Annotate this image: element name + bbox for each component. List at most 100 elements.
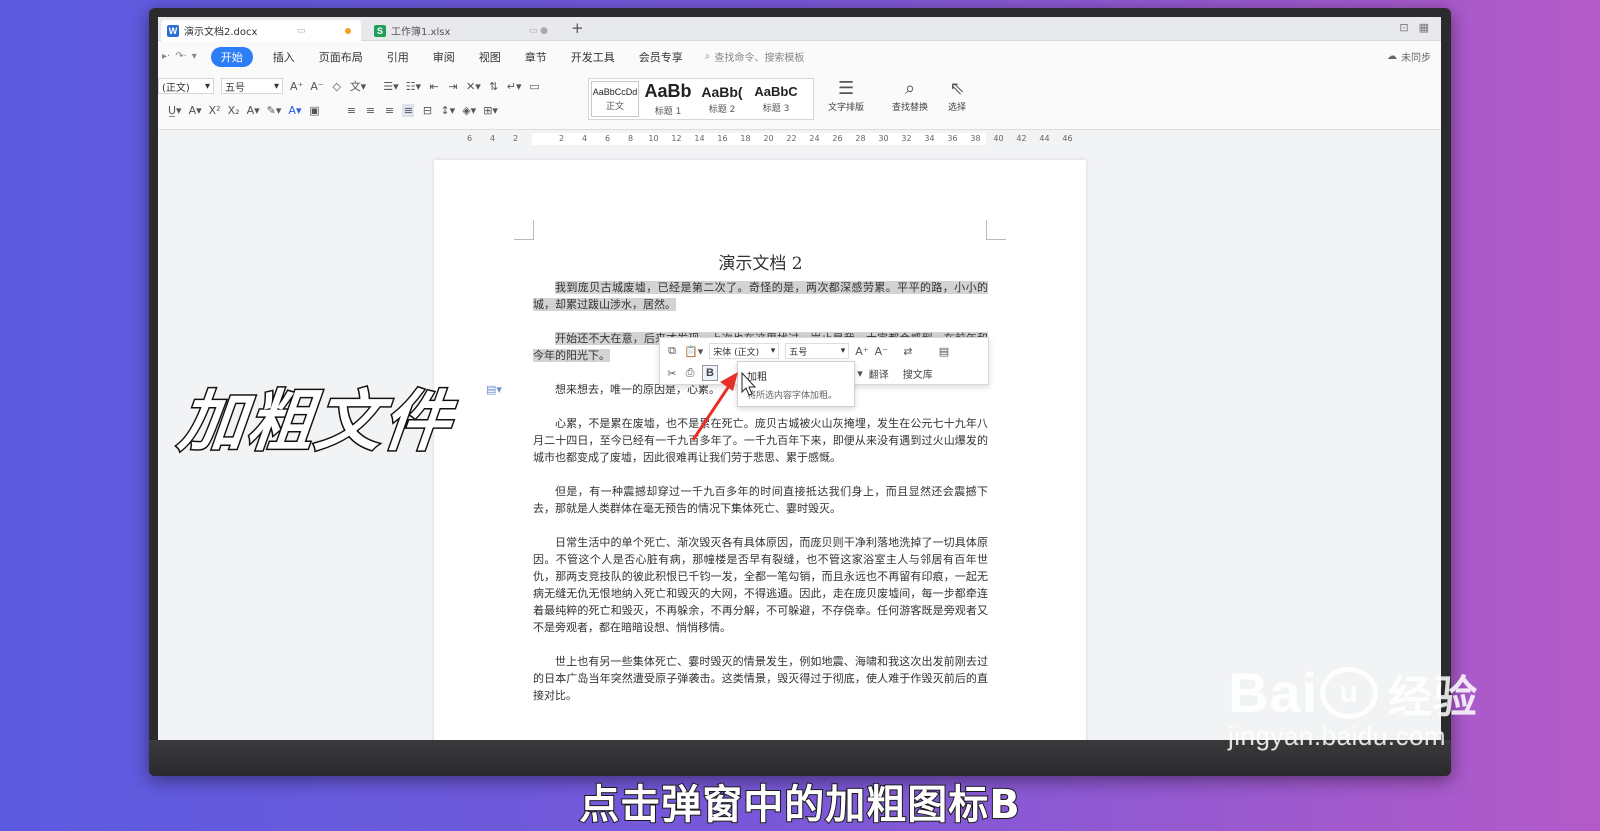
- line-spacing-icon[interactable]: ↕▾: [440, 104, 455, 117]
- style-normal[interactable]: AaBbCcDd 正文: [591, 81, 639, 117]
- menu-start[interactable]: 开始: [210, 46, 253, 67]
- phonetic-icon[interactable]: 文▾: [350, 78, 367, 94]
- quick-access: ▸· ↷· ▾: [158, 51, 197, 62]
- paste-icon[interactable]: 📋▾: [684, 345, 703, 358]
- paragraph[interactable]: 世上也有另一些集体死亡、霎时毁灭的情景发生，例如地震、海啸和我这次出发前刚去过的…: [533, 653, 988, 704]
- menu-developer[interactable]: 开发工具: [559, 49, 627, 65]
- indent-icon[interactable]: ⇥: [447, 80, 459, 93]
- font-color-icon[interactable]: A▾: [288, 104, 301, 117]
- text-effect-icon[interactable]: A▾: [247, 104, 260, 117]
- more-icon[interactable]: ▾: [192, 51, 197, 62]
- paragraph-layout-icon[interactable]: ▤▾: [486, 383, 502, 396]
- command-search[interactable]: ⌕ 查找命令、搜索模板: [695, 49, 805, 64]
- tab-document[interactable]: W 演示文档2.docx ▭: [161, 20, 361, 41]
- ruler-tick: 12: [671, 134, 682, 143]
- new-tab-icon[interactable]: +: [571, 19, 584, 37]
- document-page[interactable]: 演示文档 2 我到庞贝古城废墟，已经是第二次了。奇怪的是，两次都深感劳累。平平的…: [434, 160, 1086, 743]
- style-gallery: AaBbCcDd 正文 AaBb 标题 1 AaBb( 标题 2 AaBbC 标…: [588, 78, 814, 120]
- table-line-icon[interactable]: ▭: [529, 80, 541, 93]
- text-layout-button[interactable]: ☰ 文字排版: [828, 78, 864, 113]
- float-font-select[interactable]: 宋体 (正文) ▾: [709, 343, 780, 359]
- shrink-font-icon[interactable]: A⁻: [875, 345, 888, 358]
- format-painter-icon[interactable]: ⎙: [684, 366, 696, 380]
- ribbon: (正文) ▾ 五号 ▾ A⁺ A⁻ ◇ 文▾ ☰▾ ☷▾ ⇤ ⇥ ✕▾ ⇅ ↵▾ ▭…: [158, 72, 1441, 130]
- tab-close-icon[interactable]: ▭ ●: [529, 26, 548, 36]
- align-center-icon[interactable]: ≡: [364, 104, 376, 117]
- paragraph-text: 我到庞贝古城废墟，已经是第二次了。奇怪的是，两次都深感劳累。平平的路，小小的城，…: [533, 281, 988, 311]
- command-search-label: 查找命令、搜索模板: [714, 53, 805, 64]
- show-marks-icon[interactable]: ↵▾: [507, 80, 522, 93]
- select-button[interactable]: ⇖ 选择: [948, 78, 966, 113]
- menu-review[interactable]: 审阅: [421, 49, 467, 65]
- grid-icon[interactable]: ▦: [1419, 21, 1429, 34]
- tab-workbook[interactable]: S 工作簿1.xlsx ▭ ●: [368, 20, 558, 41]
- char-border-icon[interactable]: ▣: [308, 104, 320, 117]
- font-size-select[interactable]: 五号 ▾: [221, 78, 283, 94]
- chinese-layout-icon[interactable]: ✕▾: [466, 80, 481, 93]
- search-library-icon[interactable]: ▤: [938, 345, 950, 358]
- menu-view[interactable]: 视图: [467, 49, 513, 65]
- menu-page-layout[interactable]: 页面布局: [307, 49, 375, 65]
- menu-insert[interactable]: 插入: [261, 49, 307, 65]
- strike-icon[interactable]: A▾: [189, 104, 202, 117]
- ruler-tick: 4: [489, 134, 496, 143]
- highlight-icon[interactable]: ✎▾: [267, 104, 282, 117]
- justify-icon[interactable]: ≡: [402, 104, 415, 117]
- menu-member[interactable]: 会员专享: [627, 49, 695, 65]
- ruler-tick: 26: [832, 134, 843, 143]
- align-left-icon[interactable]: ≡: [345, 104, 357, 117]
- paragraph[interactable]: 心累，不是累在废墟，也不是累在死亡。庞贝古城被火山灰掩埋，发生在公元七十九年八月…: [533, 415, 988, 466]
- clear-format-icon[interactable]: ◇: [331, 80, 343, 93]
- watermark-logo-cn: 经验: [1388, 672, 1479, 722]
- bullets-icon[interactable]: ☰▾: [383, 80, 398, 93]
- style-heading-2[interactable]: AaBb( 标题 2: [695, 79, 749, 119]
- search-library-label[interactable]: 搜文库: [903, 366, 933, 381]
- outdent-icon[interactable]: ⇤: [428, 80, 440, 93]
- underline-icon[interactable]: U̲▾: [168, 104, 182, 117]
- find-replace-label: 查找替换: [892, 103, 929, 113]
- borders-icon[interactable]: ⊞▾: [483, 104, 498, 117]
- document-body[interactable]: 演示文档 2 我到庞贝古城废墟，已经是第二次了。奇怪的是，两次都深感劳累。平平的…: [533, 256, 988, 721]
- distribute-icon[interactable]: ⊟: [421, 104, 433, 117]
- font-name-select[interactable]: (正文) ▾: [158, 78, 214, 94]
- paragraph-selected[interactable]: 我到庞贝古城废墟，已经是第二次了。奇怪的是，两次都深感劳累。平平的路，小小的城，…: [533, 279, 988, 313]
- bold-button[interactable]: B: [702, 365, 718, 381]
- subscript-icon[interactable]: X₂: [228, 104, 240, 117]
- paragraph[interactable]: 但是，有一种震撼却穿过一千九百多年的时间直接抵达我们身上，而且显然还会震撼下去，…: [533, 483, 988, 517]
- cut-icon[interactable]: ✂: [666, 367, 678, 380]
- grow-font-icon[interactable]: A⁺: [855, 345, 868, 358]
- sort-icon[interactable]: ⇅: [488, 80, 500, 93]
- overlay-caption: 加粗文件: [174, 382, 457, 462]
- chevron-down-icon: ▾: [273, 80, 279, 92]
- shading-icon[interactable]: ◈▾: [462, 104, 476, 117]
- ruler-tick: 8: [627, 134, 634, 143]
- style-preview: AaBbC: [754, 84, 798, 99]
- bold-tooltip: 加粗 将所选内容字体加粗。: [737, 361, 855, 407]
- horizontal-ruler[interactable]: 6 4 2 2 4 6 8 10 12 14 16 18 20 22 24 26 28 30 32 34 36 38 40 4…: [158, 131, 1441, 147]
- superscript-icon[interactable]: X²: [209, 104, 221, 117]
- grow-font-icon[interactable]: A⁺: [290, 80, 303, 93]
- float-size-select[interactable]: 五号 ▾: [785, 343, 850, 359]
- numbering-icon[interactable]: ☷▾: [406, 80, 421, 93]
- open-icon[interactable]: ▸·: [162, 51, 170, 62]
- find-replace-button[interactable]: ⌕ 查找替换: [892, 78, 928, 113]
- chevron-down-icon: ▾: [204, 80, 210, 92]
- shrink-font-icon[interactable]: A⁻: [310, 80, 323, 93]
- layout-icon[interactable]: ⊡: [1399, 21, 1408, 34]
- menu-references[interactable]: 引用: [375, 49, 421, 65]
- translate-label[interactable]: 翻译: [869, 366, 889, 381]
- style-heading-1[interactable]: AaBb 标题 1: [641, 79, 695, 119]
- float-size-value: 五号: [789, 347, 808, 358]
- style-heading-3[interactable]: AaBbC 标题 3: [749, 79, 803, 119]
- copy-icon[interactable]: ⧉: [666, 344, 678, 358]
- menu-bar: ▸· ↷· ▾ 开始 插入 页面布局 引用 审阅 视图 章节 开发工具 会员专享…: [158, 41, 1441, 72]
- redo-icon[interactable]: ↷·: [175, 51, 187, 62]
- translate-icon[interactable]: ⇄: [902, 345, 914, 358]
- sync-status[interactable]: ☁ 未同步: [1387, 49, 1441, 64]
- baidu-watermark: Bai u 经验 jingyan.baidu.com: [1228, 660, 1478, 752]
- ruler-tick: 16: [717, 134, 728, 143]
- menu-section[interactable]: 章节: [513, 49, 559, 65]
- ruler-tick: 22: [786, 134, 797, 143]
- paragraph[interactable]: 日常生活中的单个死亡、渐次毁灭各有具体原因，而庞贝则干净利落地洗掉了一切具体原因…: [533, 534, 988, 636]
- align-right-icon[interactable]: ≡: [383, 104, 395, 117]
